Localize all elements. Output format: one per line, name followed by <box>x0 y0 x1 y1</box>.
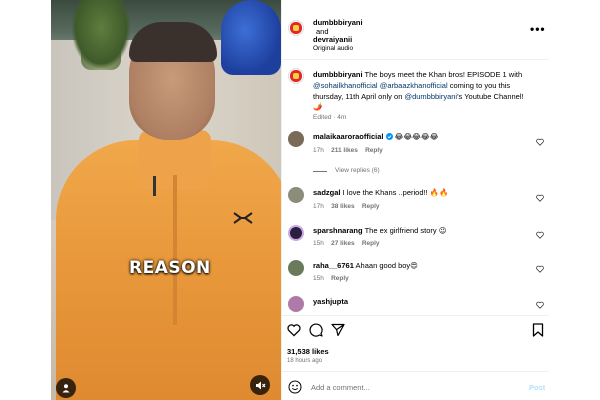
comment-username[interactable]: malaikaaroraofficial <box>313 132 383 141</box>
comment-like-heart-icon[interactable] <box>536 301 544 309</box>
comment-meta: 15h 27 likes Reply <box>313 240 380 247</box>
coauthor-username[interactable]: devraiyanii <box>313 35 352 44</box>
edited-label: Edited · 4m <box>313 114 347 121</box>
comment-meta: 17h 211 likes Reply <box>313 147 383 154</box>
author-username[interactable]: dumbbbiryani <box>313 18 363 27</box>
comment-avatar[interactable] <box>288 225 304 241</box>
comment-reply-button[interactable]: Reply <box>362 240 380 247</box>
comment-row: malaikaaroraofficial 😂😂😂😂😂 <box>313 132 439 141</box>
comment-avatar[interactable] <box>288 260 304 276</box>
mention-dumbbbiryani[interactable]: @dumbbbiryani <box>404 92 457 101</box>
tagged-users-button[interactable] <box>56 378 76 398</box>
comment-meta: 17h 38 likes Reply <box>313 203 380 210</box>
caption-emoji: 🌶️ <box>313 102 323 111</box>
share-paper-plane-icon[interactable] <box>331 323 345 337</box>
caption-author-avatar[interactable] <box>288 68 304 84</box>
comment-username[interactable]: raha__6761 <box>313 261 354 270</box>
like-heart-icon[interactable] <box>287 323 301 337</box>
mention-sohailkhanofficial[interactable]: @sohailkhanofficial <box>313 81 378 90</box>
comment-row: sparshnarang The ex girlfriend story 😉 <box>313 226 447 235</box>
comment-reply-button[interactable]: Reply <box>365 147 383 154</box>
comment-like-heart-icon[interactable] <box>536 138 544 146</box>
comment-row: raha__6761 Ahaan good boy😍 <box>313 261 418 270</box>
caption-line-2: @sohailkhanofficial @arbaazkhanofficial … <box>313 81 511 90</box>
mute-button[interactable] <box>250 375 270 395</box>
video-player[interactable]: REASON <box>51 0 281 400</box>
comment-avatar[interactable] <box>288 296 304 312</box>
brand-logo-icon <box>233 212 253 224</box>
comment-bubble-icon[interactable] <box>309 323 323 337</box>
comment-username[interactable]: yashjupta <box>313 297 348 306</box>
speaker-muted-icon <box>255 381 265 389</box>
post-details-panel: dumbbbiryani and devraiyanii Original au… <box>281 0 549 400</box>
view-replies-button[interactable]: View replies (6) <box>335 167 380 174</box>
comment-like-heart-icon[interactable] <box>536 265 544 273</box>
comment-row: yashjupta <box>313 297 348 306</box>
comment-reply-button[interactable]: Reply <box>331 275 349 282</box>
mention-arbaazkhanofficial[interactable]: @arbaazkhanofficial <box>380 81 448 90</box>
comment-username[interactable]: sparshnarang <box>313 226 363 235</box>
video-caption-text: REASON <box>129 258 211 278</box>
author-avatar[interactable] <box>288 20 304 36</box>
verified-badge-icon <box>385 133 393 140</box>
post-viewer: REASON dumbbbiryani and devraiyanii Orig… <box>0 0 600 400</box>
comment-like-heart-icon[interactable] <box>536 231 544 239</box>
comment-avatar[interactable] <box>288 187 304 203</box>
user-icon <box>62 384 70 393</box>
save-bookmark-icon[interactable] <box>532 323 544 337</box>
comment-avatar[interactable] <box>288 131 304 147</box>
caption-author-username[interactable]: dumbbbiryani <box>313 70 363 79</box>
caption-line-3: thursday, 11th April only on @dumbbbirya… <box>313 92 524 101</box>
comment-likes[interactable]: 38 likes <box>331 203 355 210</box>
posted-time: 18 hours ago <box>287 358 323 364</box>
post-comment-button[interactable]: Post <box>529 383 545 392</box>
plant <box>71 0 131 70</box>
likes-count[interactable]: 31,538 likes <box>287 347 329 356</box>
comment-row: sadzgal I love the Khans ..period!! 🔥🔥 <box>313 188 449 197</box>
comment-likes[interactable]: 27 likes <box>331 240 355 247</box>
comment-reply-button[interactable]: Reply <box>362 203 380 210</box>
comment-input[interactable]: Add a comment... <box>311 383 370 392</box>
comment-username[interactable]: sadzgal <box>313 188 341 197</box>
audio-link[interactable]: Original audio <box>313 45 353 52</box>
more-options-icon[interactable]: ••• <box>530 22 546 36</box>
comment-like-heart-icon[interactable] <box>536 194 544 202</box>
comment-likes[interactable]: 211 likes <box>331 147 358 154</box>
caption-line-1: dumbbbiryani The boys meet the Khan bros… <box>313 70 523 79</box>
vase-right <box>221 0 281 75</box>
emoji-smiley-icon[interactable] <box>288 380 302 394</box>
comment-meta: 15h Reply <box>313 275 349 282</box>
